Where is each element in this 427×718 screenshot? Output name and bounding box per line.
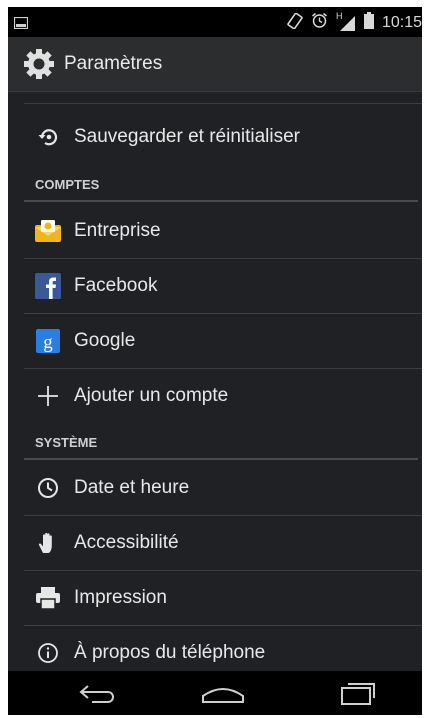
status-icons: H 10:15 (287, 11, 422, 34)
alarm-icon (311, 12, 328, 34)
recent-apps-icon[interactable] (328, 677, 388, 709)
section-rule (24, 200, 418, 202)
signal-icon: H (336, 11, 356, 32)
settings-gear-icon[interactable] (22, 47, 56, 81)
clock-icon (34, 474, 62, 502)
facebook-icon (34, 272, 62, 300)
enterprise-mail-icon (34, 217, 62, 245)
google-label: Google (74, 330, 136, 351)
accessibility-item[interactable]: Accessibilité (8, 516, 422, 570)
backup-restore-icon (34, 123, 62, 151)
account-google[interactable]: g Google (8, 314, 422, 368)
plus-icon (34, 382, 62, 410)
backup-reset-item[interactable]: Sauvegarder et réinitialiser (8, 110, 422, 164)
divider (24, 103, 422, 104)
status-bar: H 10:15 (8, 7, 422, 37)
back-icon[interactable] (68, 677, 128, 709)
add-account-item[interactable]: Ajouter un compte (8, 369, 422, 423)
print-item[interactable]: Impression (8, 571, 422, 625)
rotation-icon (287, 12, 303, 34)
date-time-label: Date et heure (74, 477, 190, 498)
svg-text:g: g (43, 332, 53, 353)
facebook-label: Facebook (74, 275, 158, 296)
account-facebook[interactable]: Facebook (8, 259, 422, 313)
accounts-section-header: COMPTES (35, 177, 100, 192)
add-account-label: Ajouter un compte (74, 385, 229, 406)
print-label: Impression (74, 587, 167, 608)
navigation-bar (8, 671, 422, 715)
hand-icon (34, 529, 62, 557)
status-time: 10:15 (381, 14, 422, 31)
date-time-item[interactable]: Date et heure (8, 461, 422, 515)
backup-reset-label: Sauvegarder et réinitialiser (74, 126, 301, 147)
phone-screen: H 10:15 Paramètres Sauvegarder et réinit… (8, 7, 422, 715)
screenshot-icon (13, 16, 29, 34)
google-icon: g (34, 327, 62, 355)
battery-icon (363, 12, 374, 34)
info-icon (34, 639, 62, 667)
account-entreprise[interactable]: Entreprise (8, 204, 422, 258)
settings-list[interactable]: Sauvegarder et réinitialiser COMPTES Ent… (8, 91, 422, 671)
action-bar: Paramètres (8, 37, 422, 92)
system-section-header: SYSTÈME (35, 435, 98, 450)
home-icon[interactable] (193, 677, 253, 709)
printer-icon (34, 584, 62, 612)
section-rule (24, 458, 418, 460)
entreprise-label: Entreprise (74, 220, 161, 241)
page-title: Paramètres (64, 53, 163, 74)
accessibility-label: Accessibilité (74, 532, 179, 553)
about-phone-label: À propos du téléphone (74, 642, 266, 663)
